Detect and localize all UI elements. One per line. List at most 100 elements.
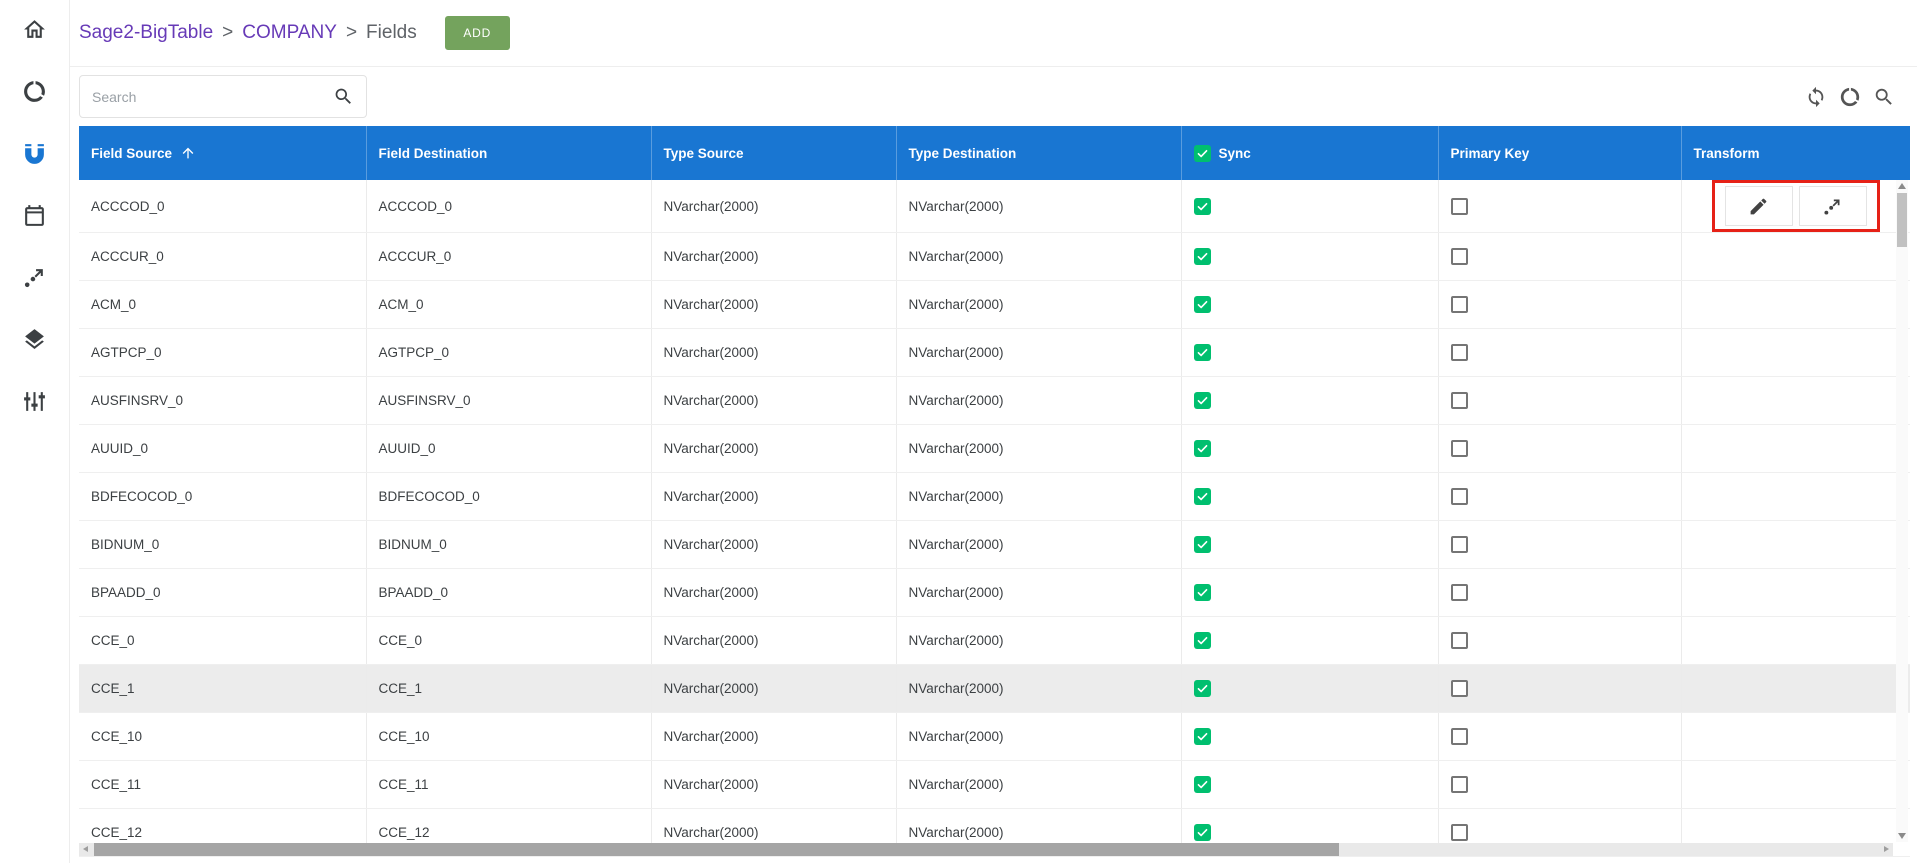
scroll-down-arrow-icon[interactable] — [1898, 833, 1906, 839]
sidebar-transform-button[interactable] — [21, 264, 49, 290]
table-row[interactable]: BPAADD_0BPAADD_0NVarchar(2000)NVarchar(2… — [79, 569, 1910, 617]
transform-cell — [1681, 569, 1910, 617]
calendar-icon — [22, 203, 47, 228]
sidebar-dashboard-button[interactable] — [21, 78, 49, 104]
field-source-cell: CCE_11 — [79, 761, 366, 809]
primary-key-checkbox[interactable] — [1451, 296, 1468, 313]
sync-cell — [1181, 377, 1438, 425]
breadcrumb-separator: > — [346, 22, 357, 44]
scroll-up-arrow-icon[interactable] — [1898, 183, 1906, 189]
column-header-transform[interactable]: Transform — [1681, 126, 1910, 180]
vertical-scrollbar-thumb[interactable] — [1897, 193, 1907, 247]
sync-checkbox[interactable] — [1194, 776, 1211, 793]
sync-checkbox[interactable] — [1194, 488, 1211, 505]
sync-checkbox[interactable] — [1194, 248, 1211, 265]
column-header-field-source[interactable]: Field Source — [79, 126, 366, 180]
sync-checkbox[interactable] — [1194, 632, 1211, 649]
column-header-field-destination[interactable]: Field Destination — [366, 126, 651, 180]
sidebar-settings-button[interactable] — [21, 388, 49, 414]
field-source-cell: BDFECOCOD_0 — [79, 473, 366, 521]
table-row[interactable]: CCE_0CCE_0NVarchar(2000)NVarchar(2000) — [79, 617, 1910, 665]
data-usage-icon — [22, 79, 47, 104]
scroll-right-arrow-icon[interactable] — [1884, 846, 1889, 852]
breadcrumb-root-link[interactable]: Sage2-BigTable — [79, 22, 213, 44]
primary-key-checkbox[interactable] — [1451, 392, 1468, 409]
fields-table: Field Source Field Destination Type Source… — [79, 126, 1910, 857]
breadcrumb: Sage2-BigTable > COMPANY > Fields — [79, 22, 417, 44]
table-row[interactable]: AGTPCP_0AGTPCP_0NVarchar(2000)NVarchar(2… — [79, 329, 1910, 377]
sync-checkbox[interactable] — [1194, 344, 1211, 361]
sync-checkbox[interactable] — [1194, 296, 1211, 313]
table-row[interactable]: ACCCUR_0ACCCUR_0NVarchar(2000)NVarchar(2… — [79, 233, 1910, 281]
primary-key-checkbox[interactable] — [1451, 776, 1468, 793]
column-header-type-destination[interactable]: Type Destination — [896, 126, 1181, 180]
table-row[interactable]: BDFECOCOD_0BDFECOCOD_0NVarchar(2000)NVar… — [79, 473, 1910, 521]
primary-key-checkbox[interactable] — [1451, 248, 1468, 265]
vertical-scrollbar[interactable] — [1896, 180, 1908, 842]
sync-checkbox[interactable] — [1194, 440, 1211, 457]
column-header-primary-key[interactable]: Primary Key — [1438, 126, 1681, 180]
primary-key-checkbox[interactable] — [1451, 632, 1468, 649]
sidebar-schedule-button[interactable] — [21, 202, 49, 228]
transform-cell — [1681, 713, 1910, 761]
field-destination-cell: AUSFINSRV_0 — [366, 377, 651, 425]
edit-button[interactable] — [1725, 186, 1793, 226]
table-row[interactable]: CCE_11CCE_11NVarchar(2000)NVarchar(2000) — [79, 761, 1910, 809]
primary-key-checkbox[interactable] — [1451, 728, 1468, 745]
field-source-cell: AGTPCP_0 — [79, 329, 366, 377]
primary-key-cell — [1438, 761, 1681, 809]
column-label-field-destination: Field Destination — [379, 146, 488, 161]
table-row[interactable]: CCE_10CCE_10NVarchar(2000)NVarchar(2000) — [79, 713, 1910, 761]
horizontal-scrollbar-thumb[interactable] — [94, 843, 1339, 856]
primary-key-checkbox[interactable] — [1451, 344, 1468, 361]
sync-checkbox[interactable] — [1194, 198, 1211, 215]
sync-all-checkbox[interactable] — [1194, 145, 1211, 162]
field-source-cell: BIDNUM_0 — [79, 521, 366, 569]
sidebar-home-button[interactable] — [21, 16, 49, 42]
sync-checkbox[interactable] — [1194, 824, 1211, 841]
type-source-cell: NVarchar(2000) — [651, 425, 896, 473]
breadcrumb-section-link[interactable]: COMPANY — [242, 22, 337, 44]
primary-key-checkbox[interactable] — [1451, 536, 1468, 553]
search-icon[interactable] — [333, 86, 354, 107]
scroll-left-arrow-icon[interactable] — [83, 846, 88, 852]
table-row[interactable]: AUSFINSRV_0AUSFINSRV_0NVarchar(2000)NVar… — [79, 377, 1910, 425]
data-usage-icon — [1839, 86, 1861, 108]
primary-key-checkbox[interactable] — [1451, 680, 1468, 697]
primary-key-checkbox[interactable] — [1451, 824, 1468, 841]
table-row[interactable]: BIDNUM_0BIDNUM_0NVarchar(2000)NVarchar(2… — [79, 521, 1910, 569]
primary-key-cell — [1438, 713, 1681, 761]
transform-cell — [1681, 761, 1910, 809]
primary-key-checkbox[interactable] — [1451, 198, 1468, 215]
search-button[interactable] — [1873, 86, 1895, 108]
table-row[interactable]: AUUID_0AUUID_0NVarchar(2000)NVarchar(200… — [79, 425, 1910, 473]
primary-key-checkbox[interactable] — [1451, 584, 1468, 601]
search-input[interactable] — [92, 89, 333, 105]
sidebar-connections-button[interactable] — [21, 140, 49, 166]
sync-checkbox[interactable] — [1194, 680, 1211, 697]
check-icon — [1196, 298, 1209, 311]
sidebar-layers-button[interactable] — [21, 326, 49, 352]
type-source-cell: NVarchar(2000) — [651, 761, 896, 809]
transform-button[interactable] — [1799, 186, 1867, 226]
primary-key-checkbox[interactable] — [1451, 488, 1468, 505]
column-header-sync[interactable]: Sync — [1181, 126, 1438, 180]
primary-key-cell — [1438, 281, 1681, 329]
breadcrumb-page: Fields — [366, 22, 417, 44]
horizontal-scrollbar[interactable] — [79, 843, 1893, 856]
type-destination-cell: NVarchar(2000) — [896, 180, 1181, 233]
table-row[interactable]: ACCCOD_0ACCCOD_0NVarchar(2000)NVarchar(2… — [79, 180, 1910, 233]
type-source-cell: NVarchar(2000) — [651, 473, 896, 521]
add-button[interactable]: ADD — [445, 16, 510, 50]
table-row[interactable]: CCE_1CCE_1NVarchar(2000)NVarchar(2000) — [79, 665, 1910, 713]
sync-checkbox[interactable] — [1194, 728, 1211, 745]
type-source-cell: NVarchar(2000) — [651, 329, 896, 377]
sync-checkbox[interactable] — [1194, 392, 1211, 409]
sync-checkbox[interactable] — [1194, 584, 1211, 601]
data-usage-button[interactable] — [1839, 86, 1861, 108]
refresh-button[interactable] — [1805, 86, 1827, 108]
table-row[interactable]: ACM_0ACM_0NVarchar(2000)NVarchar(2000) — [79, 281, 1910, 329]
sync-checkbox[interactable] — [1194, 536, 1211, 553]
column-header-type-source[interactable]: Type Source — [651, 126, 896, 180]
primary-key-checkbox[interactable] — [1451, 440, 1468, 457]
